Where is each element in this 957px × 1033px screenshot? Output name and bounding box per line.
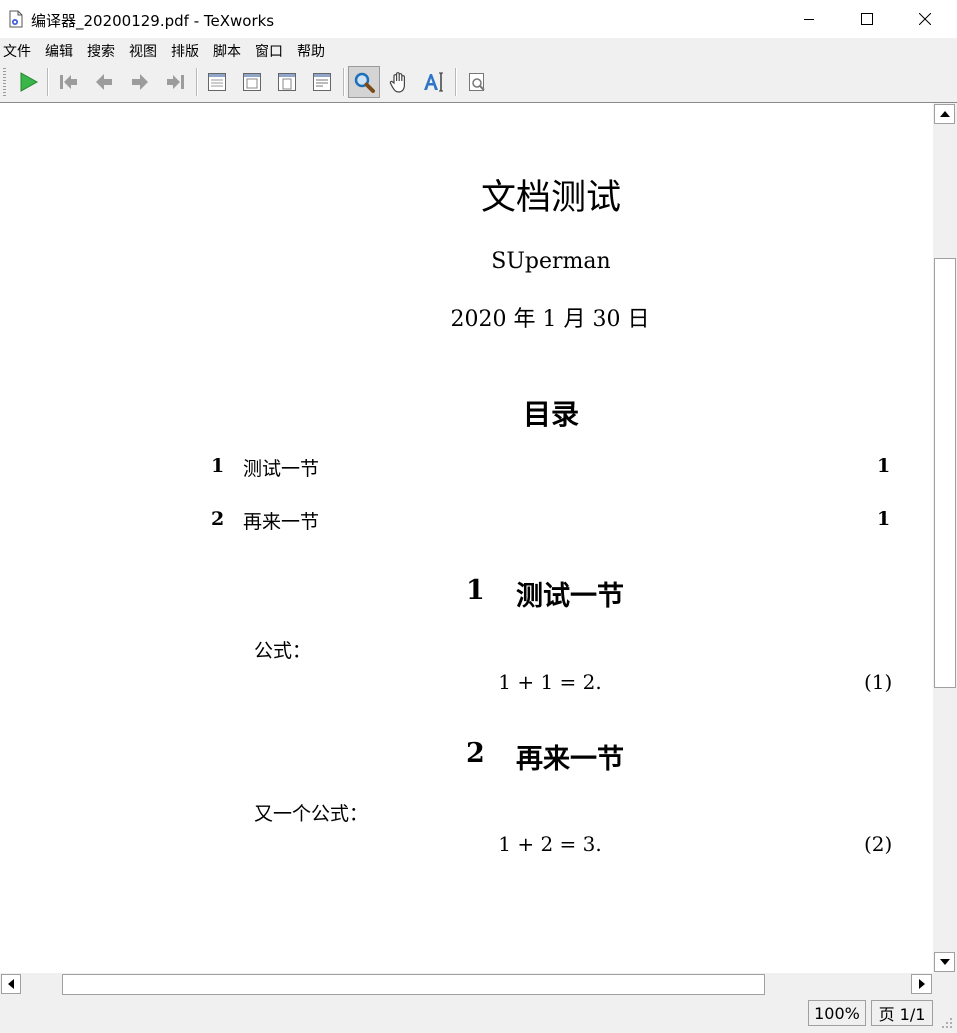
minimize-icon — [804, 19, 814, 20]
actual-size-button[interactable] — [201, 66, 233, 98]
select-text-tool-button[interactable] — [418, 66, 450, 98]
toolbar — [0, 62, 957, 103]
window-title: 编译器_20200129.pdf - TeXworks — [31, 12, 275, 30]
magnify-tool-button[interactable] — [348, 66, 380, 98]
scroll-left-button[interactable] — [1, 974, 21, 994]
menu-file[interactable]: 文件 — [3, 41, 31, 61]
fit-window-button[interactable] — [271, 66, 303, 98]
toc-entry-number: 2 — [211, 508, 225, 530]
next-page-button[interactable] — [124, 66, 156, 98]
actual-size-icon — [208, 73, 226, 91]
select-text-icon — [424, 72, 443, 92]
typeset-button[interactable] — [12, 66, 44, 98]
toc-heading: 目录 — [522, 398, 580, 431]
toolbar-separator — [343, 68, 345, 96]
section-title: 测试一节 — [516, 581, 624, 612]
menu-window[interactable]: 窗口 — [255, 41, 283, 61]
pdf-document-icon — [9, 10, 23, 28]
paragraph-text: 又一个公式： — [254, 803, 369, 825]
vertical-scrollbar[interactable] — [933, 103, 957, 973]
scroll-tool-button[interactable] — [383, 66, 415, 98]
last-page-button[interactable] — [160, 66, 192, 98]
menu-view[interactable]: 视图 — [129, 41, 157, 61]
scroll-right-arrow-icon — [918, 979, 925, 989]
scrollbar-corner — [933, 973, 957, 995]
horizontal-scrollbar[interactable] — [0, 973, 933, 995]
document-date: 2020 年 1 月 30 日 — [450, 307, 650, 332]
paragraph-text: 公式： — [254, 640, 312, 662]
fit-content-icon — [313, 73, 331, 91]
maximize-icon — [861, 13, 873, 25]
typeset-play-icon — [20, 72, 39, 92]
fit-width-icon — [243, 73, 261, 91]
toolbar-grip[interactable] — [3, 68, 6, 96]
previous-page-button[interactable] — [88, 66, 120, 98]
scroll-up-arrow-icon — [939, 111, 950, 117]
toolbar-separator — [196, 68, 198, 96]
scroll-hand-icon — [389, 72, 405, 93]
scroll-right-button[interactable] — [911, 974, 932, 994]
equation: 1 + 1 = 2. — [498, 670, 602, 694]
toolbar-separator — [455, 68, 457, 96]
scroll-down-button[interactable] — [934, 952, 955, 972]
find-in-pdf-button[interactable] — [461, 66, 493, 98]
pdf-viewport[interactable]: 文档测试 SUperman 2020 年 1 月 30 日 目录 1 测试一节 … — [0, 103, 933, 973]
toc-entry-label: 测试一节 — [243, 458, 320, 480]
section-number: 2 — [466, 738, 485, 769]
equation-number: (1) — [864, 670, 893, 694]
menu-bar: 文件 编辑 搜索 视图 排版 脚本 窗口 帮助 — [0, 38, 957, 62]
fit-width-button[interactable] — [236, 66, 268, 98]
close-button[interactable] — [896, 0, 954, 38]
magnify-icon — [354, 72, 375, 93]
toolbar-separator — [47, 68, 49, 96]
title-bar: 编译器_20200129.pdf - TeXworks — [0, 0, 957, 38]
status-bar: 100% 页 1/1 — [0, 995, 957, 1033]
scroll-left-arrow-icon — [8, 979, 14, 989]
first-page-icon — [60, 75, 77, 89]
section-title: 再来一节 — [516, 744, 624, 775]
fit-content-button[interactable] — [306, 66, 338, 98]
horizontal-scroll-thumb[interactable] — [62, 974, 765, 995]
document-author: SUperman — [491, 249, 611, 274]
toc-entry-page: 1 — [877, 455, 891, 477]
menu-search[interactable]: 搜索 — [87, 41, 115, 61]
toc-entry-label: 再来一节 — [243, 511, 320, 533]
fit-window-icon — [278, 73, 296, 91]
last-page-icon — [167, 75, 184, 89]
resize-grip-icon[interactable] — [941, 1017, 953, 1029]
equation-number: (2) — [864, 832, 893, 856]
minimize-button[interactable] — [780, 0, 838, 38]
close-icon — [919, 13, 931, 25]
find-in-pdf-icon — [469, 73, 485, 91]
previous-page-icon — [96, 74, 112, 90]
vertical-scroll-thumb[interactable] — [934, 258, 956, 688]
scroll-up-button[interactable] — [934, 104, 955, 124]
menu-typeset[interactable]: 排版 — [171, 41, 199, 61]
first-page-button[interactable] — [52, 66, 84, 98]
maximize-button[interactable] — [838, 0, 896, 38]
menu-help[interactable]: 帮助 — [297, 41, 325, 61]
section-number: 1 — [466, 575, 485, 606]
zoom-level[interactable]: 100% — [808, 1000, 866, 1026]
toc-entry-page: 1 — [877, 508, 891, 530]
menu-edit[interactable]: 编辑 — [45, 41, 73, 61]
menu-scripts[interactable]: 脚本 — [213, 41, 241, 61]
next-page-icon — [132, 74, 148, 90]
scroll-down-arrow-icon — [939, 959, 950, 965]
page-indicator[interactable]: 页 1/1 — [871, 1000, 933, 1026]
document-title: 文档测试 — [480, 178, 622, 218]
toc-entry-number: 1 — [211, 455, 225, 477]
equation: 1 + 2 = 3. — [498, 832, 602, 856]
